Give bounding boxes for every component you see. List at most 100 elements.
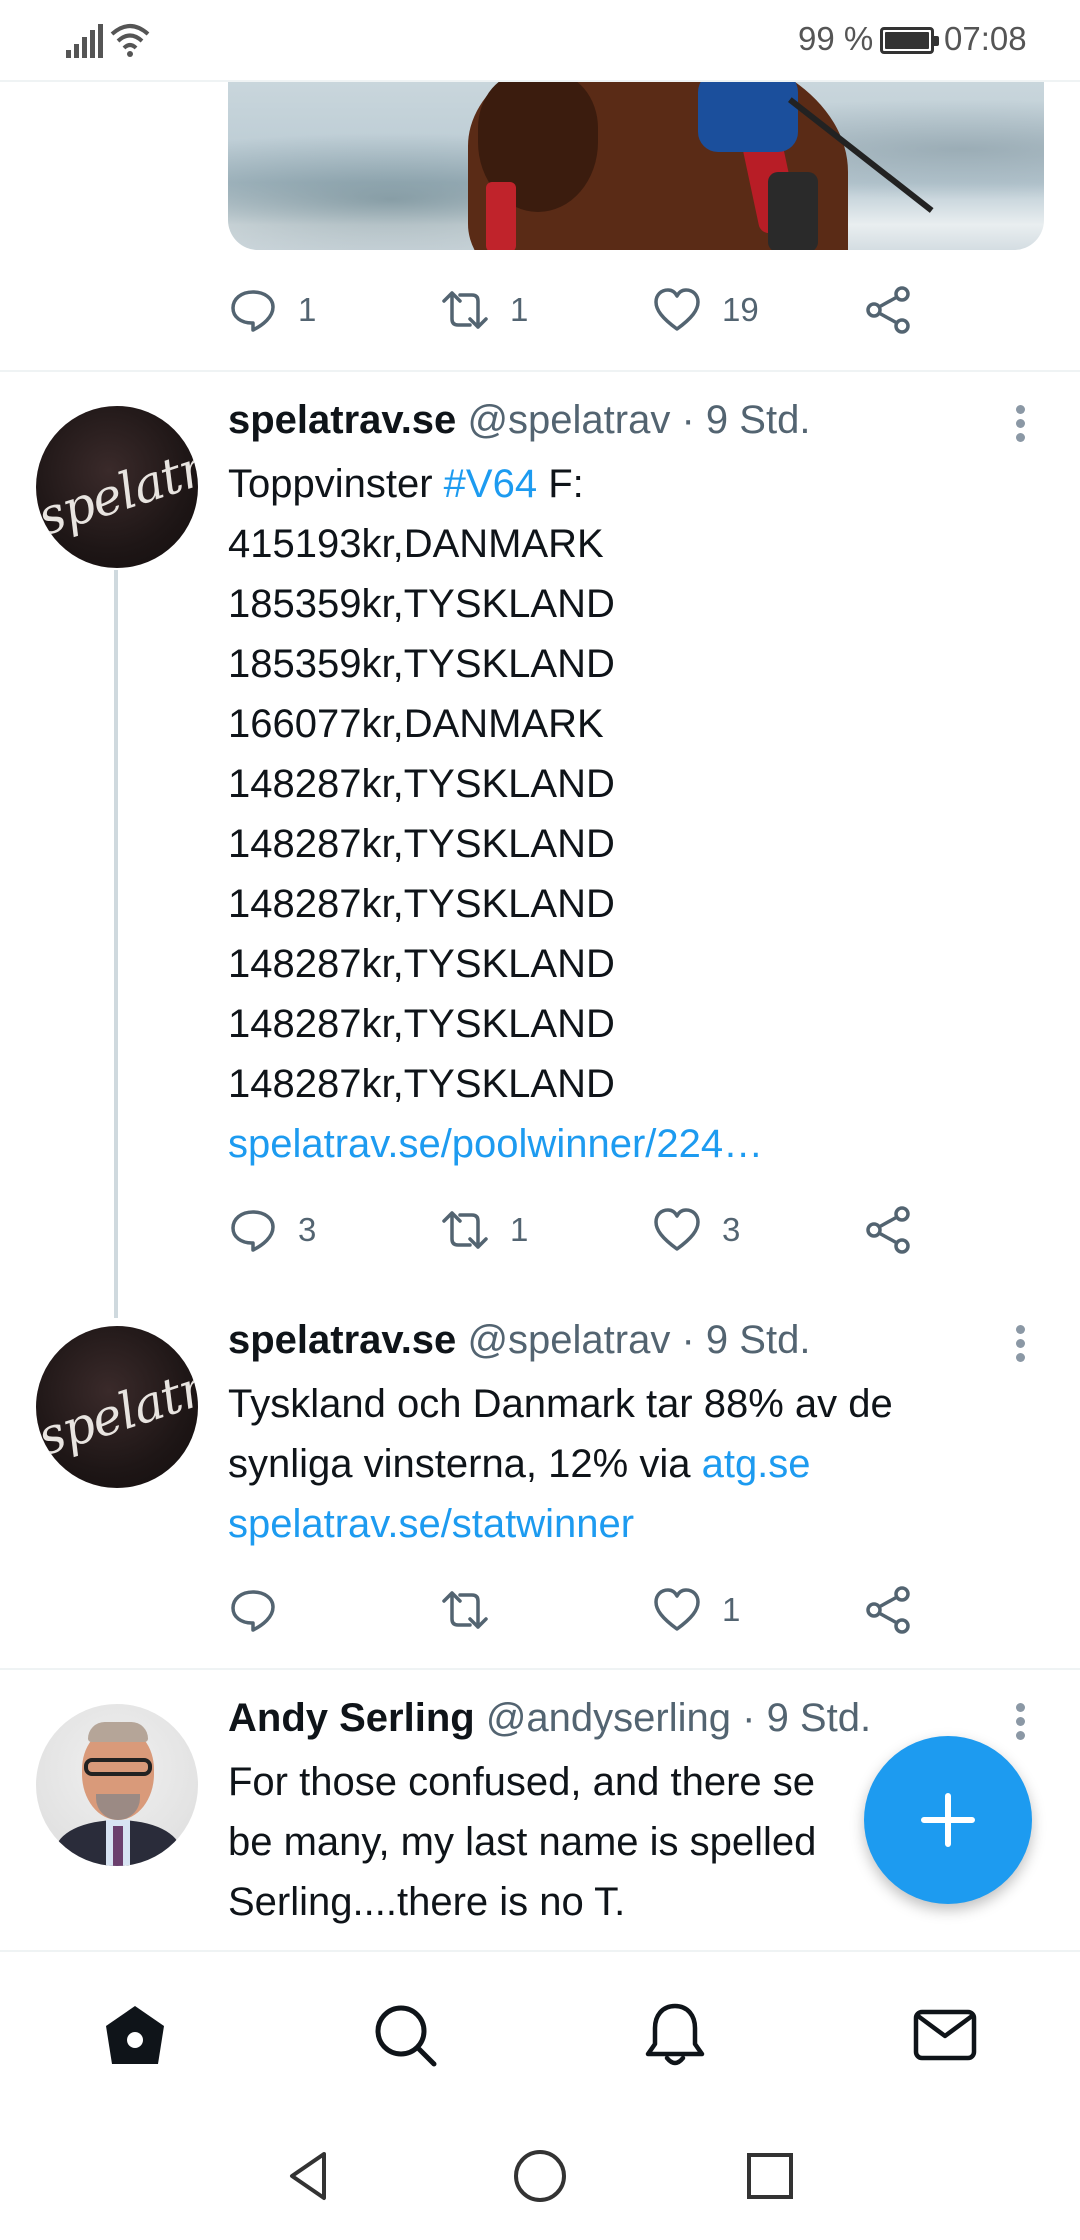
tweet-line: 415193kr,DANMARK	[228, 522, 604, 566]
like-button[interactable]: 1	[652, 1580, 740, 1640]
like-button[interactable]: 3	[652, 1200, 740, 1260]
speech-bubble-icon	[231, 1210, 275, 1252]
retweet-button[interactable]: 1	[440, 280, 528, 340]
share-icon	[866, 1206, 910, 1254]
reply-count: 1	[298, 291, 317, 328]
system-navigation-bar	[0, 2116, 1080, 2240]
tweet-line: Tyskland och Danmark tar 88% av de	[228, 1382, 893, 1426]
tweet-actions: 3 1 3	[228, 1200, 948, 1260]
hashtag-link[interactable]: #V64	[444, 462, 537, 506]
display-name[interactable]: Andy Serling	[228, 1696, 475, 1740]
compose-tweet-button[interactable]	[864, 1736, 1032, 1904]
tweet-link[interactable]: spelatrav.se/statwinner	[228, 1494, 1028, 1554]
tweet-line: be many, my last name is spelled	[228, 1820, 817, 1864]
thread-line	[114, 570, 118, 1318]
wifi-icon	[110, 24, 150, 57]
share-icon	[866, 1586, 910, 1634]
mail-icon	[913, 2009, 977, 2061]
like-button[interactable]: 19	[652, 280, 759, 340]
heart-icon	[654, 1208, 700, 1251]
reply-button[interactable]: 1	[228, 280, 316, 340]
avatar[interactable]: spelatrav.	[36, 1326, 198, 1488]
more-options-icon[interactable]	[1008, 1322, 1032, 1370]
tweet-line: For those confused, and there se	[228, 1760, 816, 1804]
back-triangle-icon	[290, 2152, 326, 2200]
handle[interactable]: @spelatrav	[467, 398, 670, 442]
home-circle-icon	[514, 2150, 566, 2202]
tweet-line: 185359kr,TYSKLAND	[228, 582, 615, 626]
heart-icon	[654, 1588, 700, 1631]
timestamp[interactable]: · 9 Std.	[681, 398, 810, 442]
tweet-header: Andy Serling @andyserling · 9 Std.	[228, 1696, 871, 1741]
tweet-line: 148287kr,TYSKLAND	[228, 942, 615, 986]
nav-messages[interactable]	[910, 2000, 980, 2070]
display-name[interactable]: spelatrav.se	[228, 398, 456, 442]
display-name[interactable]: spelatrav.se	[228, 1318, 456, 1362]
tweet-text: For those confused, and there se be many…	[228, 1752, 868, 1932]
tweet-line: 148287kr,TYSKLAND	[228, 1062, 615, 1106]
tweet-link[interactable]: atg.se	[702, 1442, 811, 1486]
battery-percent: 99 %	[798, 20, 874, 57]
speech-bubble-icon	[231, 290, 275, 332]
signal-icon	[66, 24, 103, 58]
share-button[interactable]	[864, 1580, 914, 1640]
tweet-line: 148287kr,TYSKLAND	[228, 1002, 615, 1046]
heart-icon	[654, 288, 700, 331]
share-icon	[866, 286, 910, 334]
tweet-text: Tyskland och Danmark tar 88% av de synli…	[228, 1374, 1028, 1554]
avatar[interactable]: spelatrav.	[36, 406, 198, 568]
reply-button[interactable]	[228, 1580, 298, 1640]
tweet-header: spelatrav.se @spelatrav · 9 Std.	[228, 1318, 810, 1363]
tweet-line: 166077kr,DANMARK	[228, 702, 604, 746]
retweet-icon	[442, 1591, 488, 1629]
avatar-logo-text: spelatrav.	[36, 419, 198, 547]
share-button[interactable]	[864, 1200, 914, 1260]
nav-search[interactable]	[370, 2000, 440, 2070]
retweet-button[interactable]: 1	[440, 1200, 528, 1260]
plus-icon	[921, 1793, 975, 1847]
tweet-text: Toppvinster #V64 F: 415193kr,DANMARK 185…	[228, 454, 1028, 1174]
more-options-icon[interactable]	[1008, 1700, 1032, 1748]
system-home-button[interactable]	[510, 2146, 570, 2206]
tweet-line: 148287kr,TYSKLAND	[228, 882, 615, 926]
avatar[interactable]	[36, 1704, 198, 1866]
tweet-link[interactable]: spelatrav.se/poolwinner/224…	[228, 1114, 1028, 1174]
bottom-navigation	[0, 1950, 1080, 2116]
share-button[interactable]	[864, 280, 914, 340]
divider	[0, 1668, 1080, 1670]
retweet-count: 1	[510, 1211, 529, 1248]
bell-icon	[645, 2003, 705, 2066]
timestamp[interactable]: · 9 Std.	[742, 1696, 871, 1740]
home-icon	[106, 2006, 164, 2064]
reply-count: 3	[298, 1211, 317, 1248]
retweet-count: 1	[510, 291, 529, 328]
tweet-header: spelatrav.se @spelatrav · 9 Std.	[228, 398, 810, 443]
divider	[0, 370, 1080, 372]
like-count: 3	[722, 1211, 741, 1248]
status-bar: 99 % 07:08	[0, 0, 1080, 80]
handle[interactable]: @andyserling	[486, 1696, 731, 1740]
avatar-logo-text: spelatrav.	[36, 1339, 198, 1467]
tweet-line: 185359kr,TYSKLAND	[228, 642, 615, 686]
retweet-button[interactable]	[440, 1580, 510, 1640]
handle[interactable]: @spelatrav	[467, 1318, 670, 1362]
reply-button[interactable]: 3	[228, 1200, 316, 1260]
system-back-button[interactable]	[280, 2146, 340, 2206]
system-recents-button[interactable]	[740, 2146, 800, 2206]
like-count: 1	[722, 1591, 741, 1628]
timestamp[interactable]: · 9 Std.	[681, 1318, 810, 1362]
nav-notifications[interactable]	[640, 2000, 710, 2070]
tweet-line: 148287kr,TYSKLAND	[228, 822, 615, 866]
battery-icon	[880, 27, 939, 54]
tweet-actions: 1	[228, 1580, 948, 1640]
recents-square-icon	[747, 2153, 793, 2199]
tweet-line: 148287kr,TYSKLAND	[228, 762, 615, 806]
search-icon	[375, 2005, 437, 2067]
more-options-icon[interactable]	[1008, 402, 1032, 450]
tweet-media-image[interactable]	[228, 82, 1044, 250]
like-count: 19	[722, 291, 759, 328]
tweet-line: Serling....there is no T.	[228, 1880, 626, 1924]
tweet-actions: 1 1 19	[228, 280, 948, 340]
nav-home[interactable]	[100, 2000, 170, 2070]
retweet-icon	[442, 1211, 488, 1249]
